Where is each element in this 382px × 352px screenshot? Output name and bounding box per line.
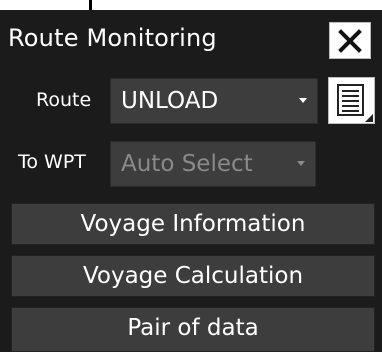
- to-wpt-label: To WPT: [18, 151, 86, 173]
- panel-title: Route Monitoring: [8, 24, 217, 52]
- close-button[interactable]: [329, 22, 371, 59]
- to-wpt-select-value: Auto Select: [121, 151, 253, 177]
- dropdown-arrow-icon: [297, 161, 305, 166]
- voyage-information-button[interactable]: Voyage Information: [11, 203, 375, 245]
- to-wpt-select[interactable]: Auto Select: [110, 141, 316, 187]
- close-icon: [338, 28, 362, 53]
- route-monitoring-panel: Route Monitoring Route UNLOAD To WPT Aut…: [0, 10, 382, 352]
- pair-of-data-button[interactable]: Pair of data: [11, 307, 375, 352]
- route-select-value: UNLOAD: [121, 88, 219, 114]
- route-select[interactable]: UNLOAD: [110, 78, 318, 124]
- route-label: Route: [36, 89, 92, 111]
- voyage-calculation-button[interactable]: Voyage Calculation: [11, 255, 375, 297]
- dropdown-arrow-icon: [299, 98, 307, 103]
- route-list-button[interactable]: [328, 77, 375, 124]
- list-document-icon: [337, 84, 373, 122]
